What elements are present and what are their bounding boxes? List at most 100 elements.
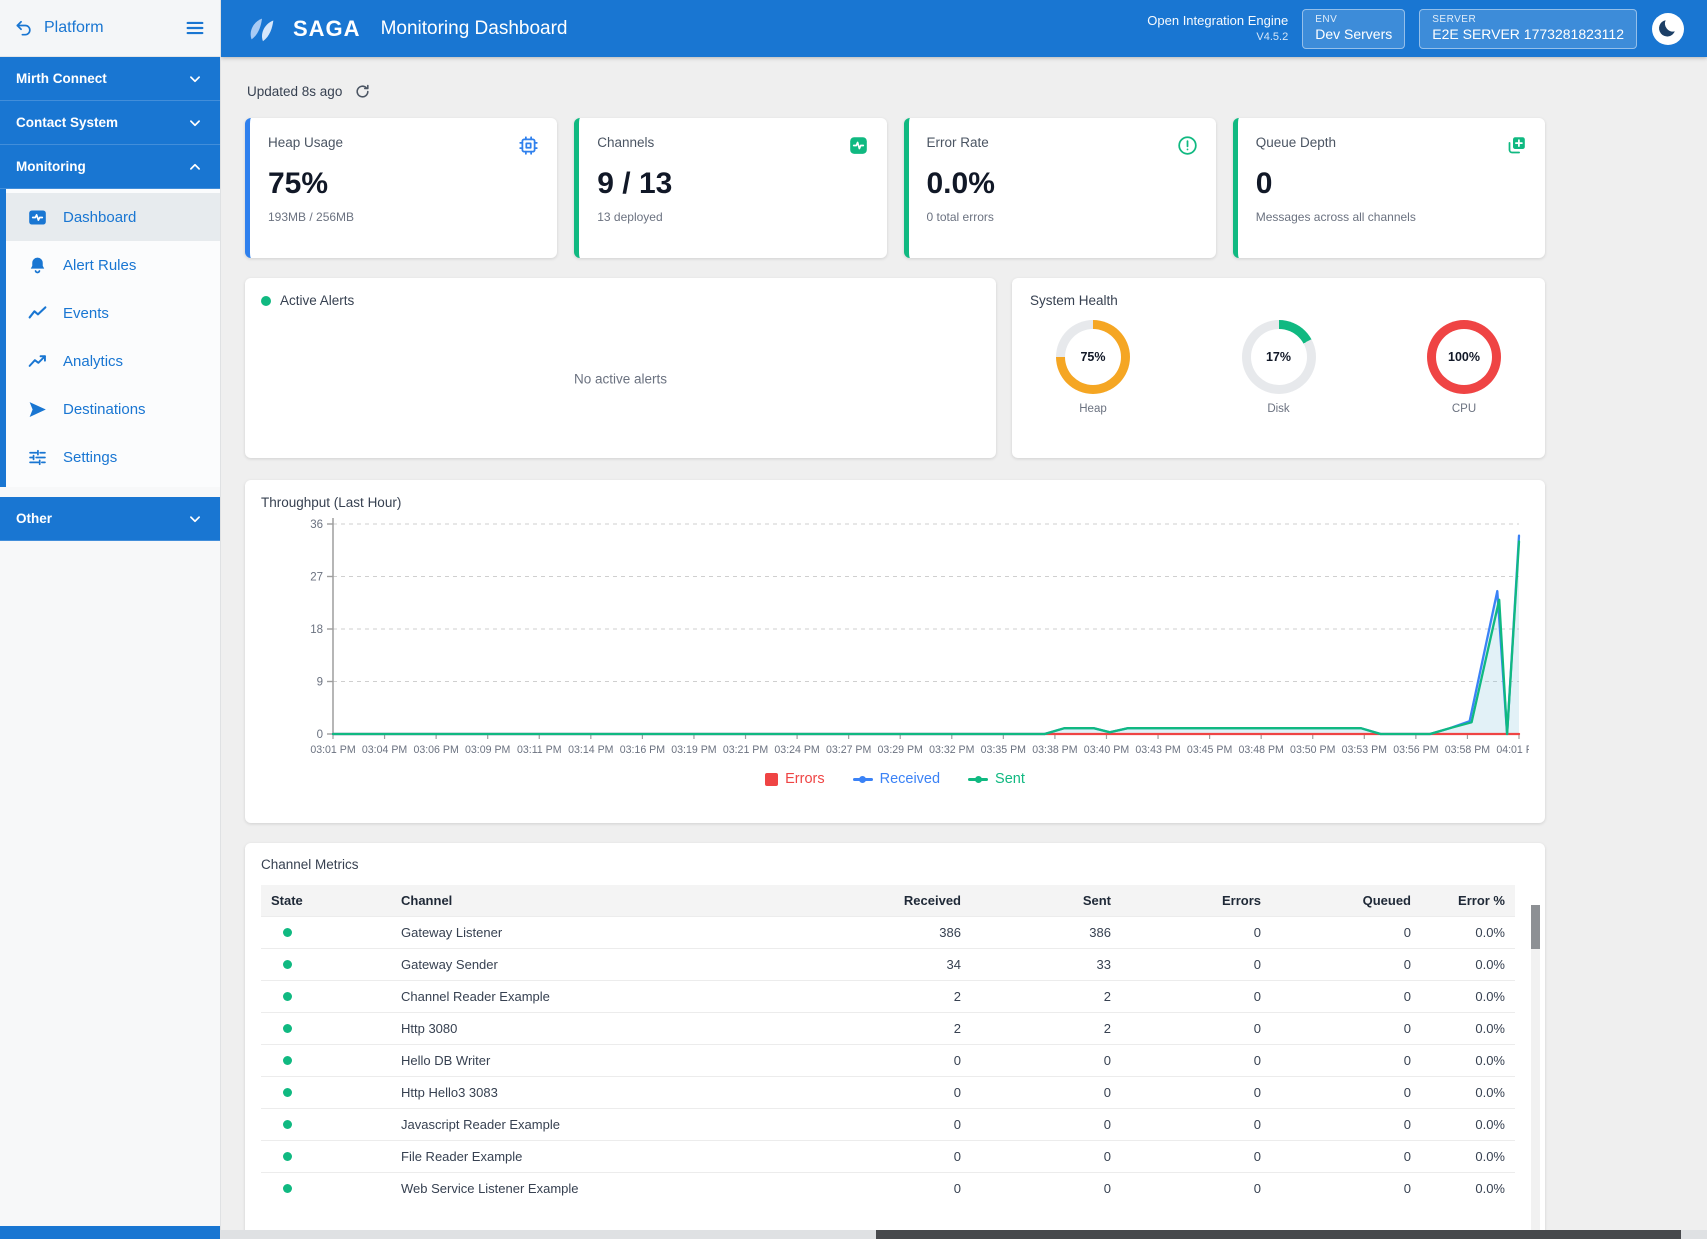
- svg-text:03:29 PM: 03:29 PM: [878, 744, 923, 756]
- horizontal-scrollbar-thumb[interactable]: [876, 1230, 1681, 1239]
- table-title: Channel Metrics: [261, 857, 1529, 872]
- legend-marker: [853, 776, 873, 783]
- server-badge-label: SERVER: [1432, 14, 1624, 27]
- svg-text:03:01 PM: 03:01 PM: [310, 744, 355, 756]
- queued-cell: 0: [1271, 1141, 1421, 1173]
- channel-state-dot: [283, 1024, 292, 1033]
- channel-state-dot: [283, 992, 292, 1001]
- sidebar-section-mirth-connect[interactable]: Mirth Connect: [0, 57, 220, 101]
- received-cell: 0: [811, 1173, 971, 1205]
- svg-text:9: 9: [317, 677, 323, 689]
- dark-mode-toggle[interactable]: [1651, 12, 1685, 46]
- gauge-label: CPU: [1452, 403, 1476, 415]
- channel-metrics-table: StateChannelReceivedSentErrorsQueuedErro…: [261, 885, 1515, 1204]
- legend-label: Sent: [995, 771, 1025, 787]
- svg-text:27: 27: [310, 572, 323, 584]
- svg-text:36: 36: [310, 519, 323, 531]
- stat-card-value: 75%: [268, 167, 539, 201]
- errors-cell: 0: [1121, 917, 1271, 949]
- sent-cell: 0: [971, 1173, 1121, 1205]
- table-scrollbar-thumb[interactable]: [1531, 905, 1540, 949]
- server-badge-value: E2E SERVER 1773281823112: [1432, 26, 1624, 44]
- column-header-channel: Channel: [391, 885, 811, 917]
- alert-circle-icon: [1177, 135, 1198, 156]
- queued-cell: 0: [1271, 981, 1421, 1013]
- errors-cell: 0: [1121, 1141, 1271, 1173]
- copy-plus-icon: [1506, 135, 1527, 156]
- sidebar-item-analytics[interactable]: Analytics: [6, 337, 220, 385]
- sidebar-item-label: Settings: [63, 449, 117, 466]
- monitoring-submenu: DashboardAlert RulesEventsAnalyticsDesti…: [0, 189, 220, 487]
- table-vertical-scrollbar[interactable]: [1531, 905, 1540, 1239]
- gauge-disk: 17%Disk: [1242, 320, 1316, 415]
- sent-cell: 2: [971, 1013, 1121, 1045]
- sidebar-item-settings[interactable]: Settings: [6, 433, 220, 481]
- cpu-chip-icon: [518, 135, 539, 156]
- svg-text:03:04 PM: 03:04 PM: [362, 744, 407, 756]
- gauge-heap: 75% Heap: [1056, 320, 1130, 415]
- table-row[interactable]: Gateway Sender3433000.0%: [261, 949, 1515, 981]
- received-cell: 0: [811, 1045, 971, 1077]
- server-badge[interactable]: SERVER E2E SERVER 1773281823112: [1419, 9, 1637, 49]
- legend-marker: [968, 776, 988, 783]
- legend-item-sent[interactable]: Sent: [968, 771, 1025, 787]
- send-icon: [26, 399, 48, 420]
- chart-legend: Errors Received Sent: [261, 771, 1529, 787]
- column-header-received: Received: [811, 885, 971, 917]
- stat-card-value: 9 / 13: [597, 167, 868, 201]
- health-gauges: 75%Heap17%Disk100%CPU: [1030, 308, 1527, 415]
- errors-cell: 0: [1121, 1109, 1271, 1141]
- column-header-errors: Errors: [1121, 885, 1271, 917]
- stat-card-error-rate: Error Rate0.0%0 total errors: [904, 118, 1216, 258]
- svg-text:03:35 PM: 03:35 PM: [981, 744, 1026, 756]
- svg-text:03:45 PM: 03:45 PM: [1187, 744, 1232, 756]
- table-row[interactable]: Http 308022000.0%: [261, 1013, 1515, 1045]
- gauge-value: 75%: [1065, 329, 1121, 385]
- stat-card-title: Heap Usage: [268, 135, 343, 150]
- queued-cell: 0: [1271, 1109, 1421, 1141]
- table-row[interactable]: Http Hello3 308300000.0%: [261, 1077, 1515, 1109]
- sidebar-nav: Mirth ConnectContact System Monitoring Das…: [0, 57, 220, 541]
- channel-name: Hello DB Writer: [391, 1045, 811, 1077]
- table-row[interactable]: Web Service Listener Example00000.0%: [261, 1173, 1515, 1205]
- stat-card-subtitle: 13 deployed: [597, 210, 868, 224]
- sent-cell: 0: [971, 1077, 1121, 1109]
- table-row[interactable]: Hello DB Writer00000.0%: [261, 1045, 1515, 1077]
- gauge-value: 17%: [1251, 329, 1307, 385]
- errors-cell: 0: [1121, 1173, 1271, 1205]
- sent-cell: 0: [971, 1109, 1121, 1141]
- alerts-panel-title: Active Alerts: [280, 293, 354, 308]
- svg-text:03:38 PM: 03:38 PM: [1032, 744, 1077, 756]
- env-badge[interactable]: ENV Dev Servers: [1302, 9, 1405, 49]
- legend-item-errors[interactable]: Errors: [765, 771, 824, 787]
- error-pct-cell: 0.0%: [1421, 1173, 1515, 1205]
- gauge-label: Heap: [1079, 403, 1107, 415]
- legend-item-received[interactable]: Received: [853, 771, 940, 787]
- sidebar-section-other[interactable]: Other: [0, 497, 220, 541]
- sidebar-section-contact-system[interactable]: Contact System: [0, 101, 220, 145]
- error-pct-cell: 0.0%: [1421, 917, 1515, 949]
- horizontal-scrollbar[interactable]: [221, 1230, 1707, 1239]
- svg-text:03:21 PM: 03:21 PM: [723, 744, 768, 756]
- refresh-icon[interactable]: [354, 83, 371, 100]
- channel-metrics-card: Channel Metrics StateChannelReceivedSent…: [245, 843, 1545, 1239]
- sidebar-section-label: Monitoring: [16, 159, 86, 174]
- hamburger-menu-icon[interactable]: [184, 17, 206, 39]
- updated-status: Updated 8s ago: [247, 84, 342, 99]
- sidebar-item-dashboard[interactable]: Dashboard: [6, 193, 220, 241]
- stat-card-queue-depth: Queue Depth0Messages across all channels: [1233, 118, 1545, 258]
- sidebar-section-monitoring[interactable]: Monitoring: [0, 145, 220, 189]
- table-row[interactable]: File Reader Example00000.0%: [261, 1141, 1515, 1173]
- received-cell: 2: [811, 981, 971, 1013]
- received-cell: 0: [811, 1141, 971, 1173]
- queued-cell: 0: [1271, 1045, 1421, 1077]
- sidebar-item-events[interactable]: Events: [6, 289, 220, 337]
- table-row[interactable]: Javascript Reader Example00000.0%: [261, 1109, 1515, 1141]
- undo-icon[interactable]: [14, 18, 34, 38]
- table-row[interactable]: Gateway Listener386386000.0%: [261, 917, 1515, 949]
- engine-info: Open Integration Engine V4.5.2: [1147, 13, 1288, 44]
- sidebar-item-destinations[interactable]: Destinations: [6, 385, 220, 433]
- table-row[interactable]: Channel Reader Example22000.0%: [261, 981, 1515, 1013]
- sidebar-item-alert-rules[interactable]: Alert Rules: [6, 241, 220, 289]
- channel-name: Http Hello3 3083: [391, 1077, 811, 1109]
